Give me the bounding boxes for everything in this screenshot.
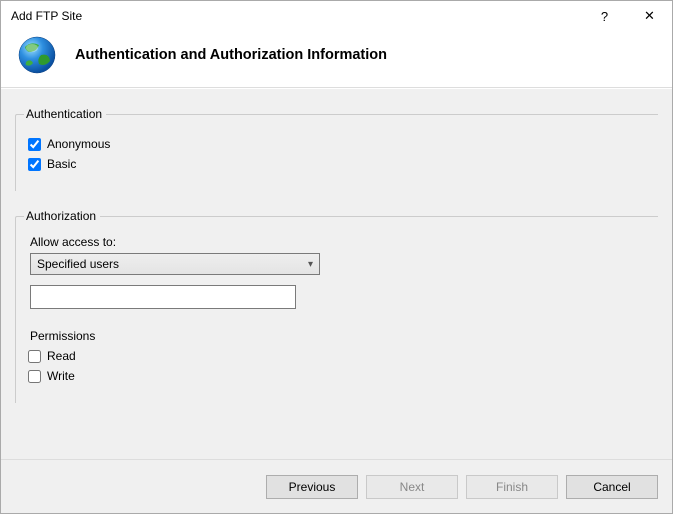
wizard-footer: Previous Next Finish Cancel: [1, 459, 672, 513]
wizard-header: Authentication and Authorization Informa…: [1, 31, 672, 88]
allow-access-value: Specified users: [37, 257, 119, 271]
page-heading: Authentication and Authorization Informa…: [75, 47, 387, 63]
basic-label: Basic: [47, 157, 76, 171]
content-area: Authentication Anonymous Basic Authoriza…: [1, 88, 672, 459]
previous-button[interactable]: Previous: [266, 475, 358, 499]
authentication-legend: Authentication: [24, 107, 106, 121]
allow-access-select[interactable]: Specified users ▾: [30, 253, 320, 275]
globe-icon: [17, 35, 57, 75]
basic-checkbox[interactable]: [28, 158, 41, 171]
close-button[interactable]: ✕: [627, 1, 672, 31]
cancel-button[interactable]: Cancel: [566, 475, 658, 499]
authorization-group: Authorization Allow access to: Specified…: [15, 209, 658, 403]
close-icon: ✕: [644, 8, 655, 24]
anonymous-label: Anonymous: [47, 137, 110, 151]
chevron-down-icon: ▾: [308, 259, 313, 270]
write-label: Write: [47, 369, 75, 383]
authentication-group: Authentication Anonymous Basic: [15, 107, 658, 191]
allow-access-label: Allow access to:: [30, 235, 646, 249]
basic-row: Basic: [28, 157, 646, 171]
anonymous-row: Anonymous: [28, 137, 646, 151]
permissions-label: Permissions: [30, 329, 646, 343]
read-checkbox[interactable]: [28, 350, 41, 363]
anonymous-checkbox[interactable]: [28, 138, 41, 151]
help-icon: ?: [601, 9, 608, 24]
authorization-legend: Authorization: [24, 209, 100, 223]
write-row: Write: [28, 369, 646, 383]
users-input[interactable]: [30, 285, 296, 309]
write-checkbox[interactable]: [28, 370, 41, 383]
read-label: Read: [47, 349, 76, 363]
titlebar: Add FTP Site ? ✕: [1, 1, 672, 31]
finish-button[interactable]: Finish: [466, 475, 558, 499]
read-row: Read: [28, 349, 646, 363]
next-button[interactable]: Next: [366, 475, 458, 499]
window-title: Add FTP Site: [11, 9, 582, 23]
help-button[interactable]: ?: [582, 1, 627, 31]
